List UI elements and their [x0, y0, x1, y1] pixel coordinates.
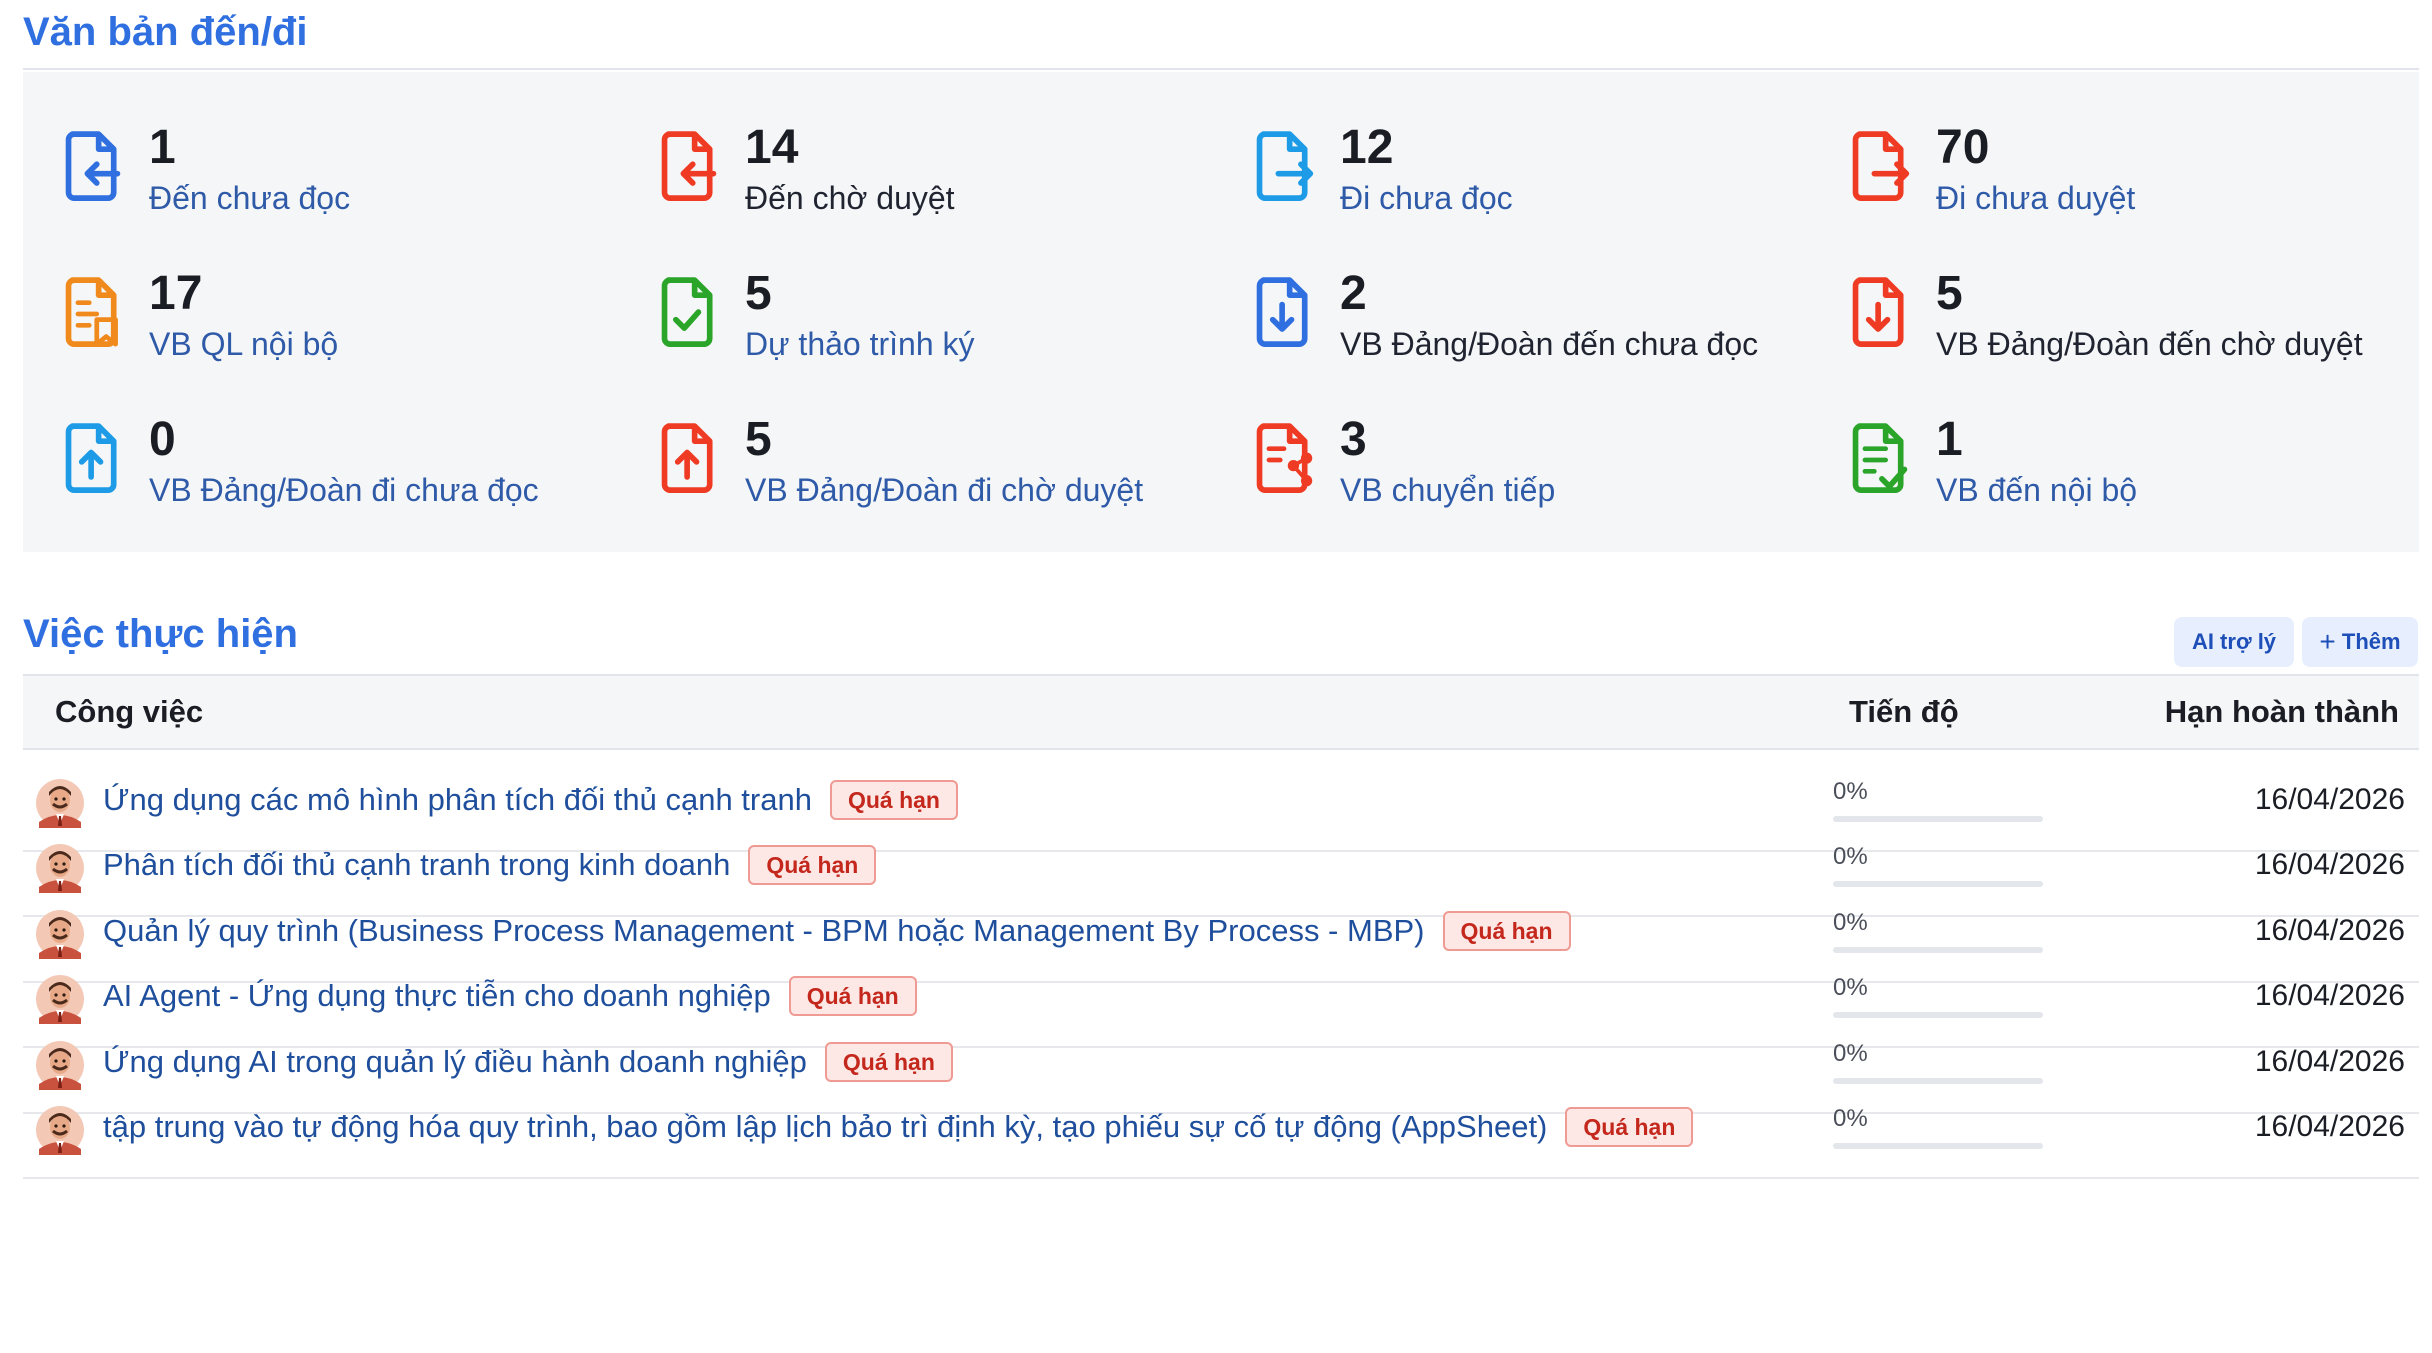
overdue-badge: Quá hạn [829, 780, 958, 820]
doc-stat-count: 5 [745, 413, 772, 466]
progress-percent: 0% [1833, 843, 1868, 870]
add-task-label: Thêm [2341, 629, 2401, 654]
doc-stat-card[interactable]: 2 VB Đảng/Đoàn đến chưa đọc [1214, 266, 1774, 366]
progress-percent: 0% [1833, 909, 1868, 936]
avatar [35, 1105, 85, 1155]
column-header-progress: Tiến độ [1849, 694, 1959, 729]
ai-assistant-button[interactable]: AI trợ lý [2174, 617, 2294, 667]
check-doc-icon [657, 276, 721, 352]
docs-title-divider [23, 68, 2419, 70]
doc-stat-label: VB Đảng/Đoàn đến chờ duyệt [1936, 326, 2363, 362]
plus-icon: + [2319, 626, 2336, 657]
download-doc-icon [1252, 276, 1316, 352]
column-header-due: Hạn hoàn thành [2164, 694, 2399, 729]
progress-percent: 0% [1833, 778, 1868, 805]
doc-stat-count: 5 [745, 267, 772, 320]
doc-stat-label: VB Đảng/Đoàn đi chờ duyệt [745, 472, 1144, 508]
upload-doc-icon [657, 422, 721, 498]
overdue-badge: Quá hạn [1442, 911, 1571, 951]
overdue-badge: Quá hạn [748, 845, 877, 885]
doc-stat-count: 3 [1340, 413, 1367, 466]
doc-stat-count: 14 [745, 121, 799, 174]
overdue-badge: Quá hạn [824, 1042, 953, 1082]
doc-stat-count: 5 [1936, 267, 1963, 320]
task-cell: tập trung vào tự động hóa quy trình, bao… [103, 1077, 1694, 1177]
doc-stat-label: VB đến nội bộ [1936, 472, 2138, 508]
doc-stat-card[interactable]: 70 Đi chưa duyệt [1810, 120, 2370, 220]
add-task-button[interactable]: + Thêm [2302, 617, 2418, 667]
doc-stat-label: VB QL nội bộ [149, 326, 339, 362]
share-doc-icon [1252, 422, 1316, 498]
task-name-link[interactable]: tập trung vào tự động hóa quy trình, bao… [103, 1077, 1547, 1177]
doc-stat-card[interactable]: 0 VB Đảng/Đoàn đi chưa đọc [23, 412, 583, 512]
doc-stat-label: Đến chờ duyệt [745, 180, 955, 216]
doc-stat-count: 1 [1936, 413, 1963, 466]
incoming-doc-icon [61, 130, 125, 206]
doc-stat-label: Dự thảo trình ký [745, 326, 975, 362]
column-header-task: Công việc [55, 694, 204, 729]
doc-stat-label: VB chuyển tiếp [1340, 472, 1556, 508]
doc-stat-card[interactable]: 5 VB Đảng/Đoàn đến chờ duyệt [1810, 266, 2370, 366]
progress-bar [1833, 1143, 2043, 1149]
docs-stats-panel: 1 Đến chưa đọc 14 Đến chờ duyệt 12 Đi chưa đọ… [23, 72, 2419, 552]
tasks-table-header: Công việc Tiến độ Hạn hoàn thành [23, 676, 2419, 750]
upload-doc-icon [61, 422, 125, 498]
doc-stat-label: Đi chưa duyệt [1936, 180, 2136, 216]
doc-stat-label: VB Đảng/Đoàn đi chưa đọc [149, 472, 539, 508]
doc-stat-count: 1 [149, 121, 176, 174]
doc-stat-card[interactable]: 5 Dự thảo trình ký [619, 266, 1179, 366]
overdue-badge: Quá hạn [1565, 1107, 1694, 1147]
progress-cell: 0% [1833, 1105, 2043, 1149]
doc-stat-count: 2 [1340, 267, 1367, 320]
doc-stat-card[interactable]: 1 Đến chưa đọc [23, 120, 583, 220]
checklist-doc-icon [1848, 422, 1912, 498]
outgoing-doc-icon [1848, 130, 1912, 206]
progress-percent: 0% [1833, 1040, 1868, 1067]
doc-stat-count: 17 [149, 267, 203, 320]
due-date: 16/04/2026 [2254, 1110, 2405, 1143]
progress-percent: 0% [1833, 1105, 1868, 1132]
doc-stat-count: 0 [149, 413, 176, 466]
doc-stat-label: Đi chưa đọc [1340, 180, 1513, 216]
doc-stat-count: 70 [1936, 121, 1990, 174]
doc-stat-card[interactable]: 14 Đến chờ duyệt [619, 120, 1179, 220]
incoming-doc-icon [657, 130, 721, 206]
task-row[interactable]: tập trung vào tự động hóa quy trình, bao… [23, 1077, 2419, 1179]
download-doc-icon [1848, 276, 1912, 352]
doc-stat-card[interactable]: 12 Đi chưa đọc [1214, 120, 1774, 220]
overdue-badge: Quá hạn [788, 976, 917, 1016]
tasks-section-title: Việc thực hiện [23, 612, 298, 656]
docs-section-title: Văn bản đến/đi [23, 10, 308, 54]
doc-stat-card[interactable]: 1 VB đến nội bộ [1810, 412, 2370, 512]
doc-stat-label: Đến chưa đọc [149, 180, 351, 216]
outgoing-doc-icon [1252, 130, 1316, 206]
doc-stat-card[interactable]: 17 VB QL nội bộ [23, 266, 583, 366]
internal-doc-icon [61, 276, 125, 352]
doc-stat-card[interactable]: 3 VB chuyển tiếp [1214, 412, 1774, 512]
doc-stat-card[interactable]: 5 VB Đảng/Đoàn đi chờ duyệt [619, 412, 1179, 512]
doc-stat-count: 12 [1340, 121, 1394, 174]
progress-percent: 0% [1833, 974, 1868, 1001]
doc-stat-label: VB Đảng/Đoàn đến chưa đọc [1340, 326, 1759, 362]
